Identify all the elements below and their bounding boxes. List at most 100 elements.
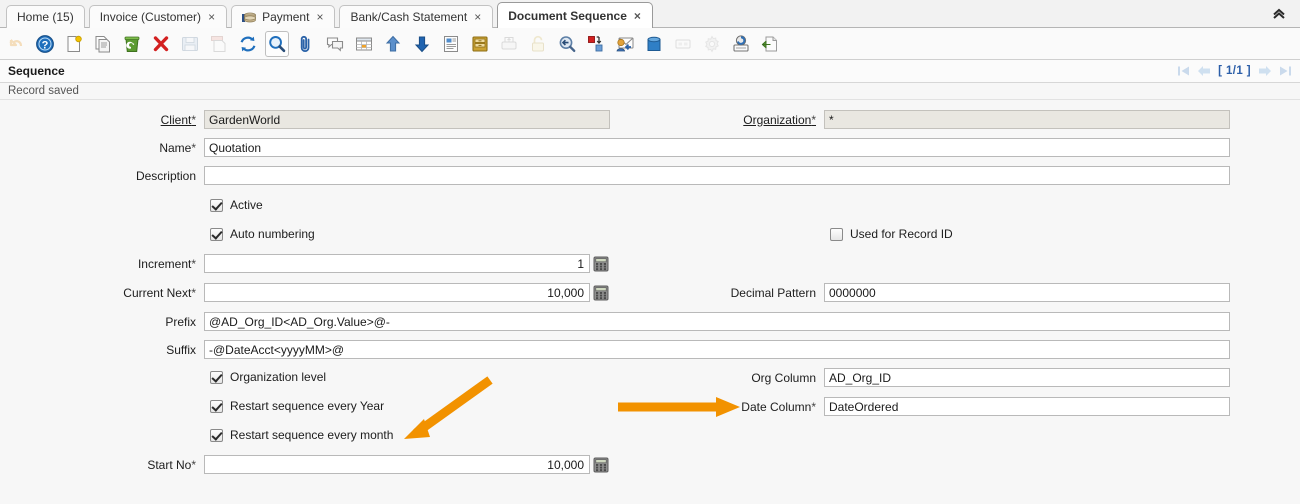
decimal-pattern-input[interactable]	[824, 283, 1230, 302]
payment-icon	[242, 11, 256, 24]
calculator-icon[interactable]	[592, 284, 609, 301]
name-label: Name*	[0, 141, 204, 155]
tab-payment[interactable]: Payment ×	[231, 5, 335, 28]
svg-text:?: ?	[42, 39, 49, 51]
toolbar: ?	[0, 28, 1300, 60]
product-info-icon[interactable]	[642, 31, 666, 57]
used-for-record-id-checkbox[interactable]	[830, 228, 843, 241]
chat-icon[interactable]	[323, 31, 347, 57]
auto-numbering-checkbox[interactable]	[210, 228, 223, 241]
client-label[interactable]: Client*	[0, 113, 204, 127]
parent-record-icon[interactable]	[381, 31, 405, 57]
date-column-label: Date Column*	[620, 400, 824, 414]
previous-record-icon[interactable]	[1197, 65, 1211, 77]
organization-level-checkbox[interactable]	[210, 371, 223, 384]
field-row-prefix: Prefix	[0, 312, 1240, 331]
status-message: Record saved	[8, 85, 79, 97]
start-no-label: Start No*	[0, 458, 204, 472]
refresh-icon[interactable]	[236, 31, 260, 57]
save-create-new-icon[interactable]	[207, 31, 231, 57]
restart-every-month-label[interactable]: Restart sequence every month	[223, 428, 393, 442]
field-row-start-no: Start No*	[0, 455, 609, 474]
csv-export-icon[interactable]	[671, 31, 695, 57]
request-icon[interactable]	[613, 31, 637, 57]
suffix-input[interactable]	[204, 340, 1230, 359]
prefix-label: Prefix	[0, 315, 204, 329]
tab-close-icon[interactable]: ×	[633, 10, 642, 22]
zoom-across-icon[interactable]	[555, 31, 579, 57]
report-icon[interactable]	[439, 31, 463, 57]
restart-every-year-label[interactable]: Restart sequence every Year	[223, 399, 384, 413]
org-column-input[interactable]	[824, 368, 1230, 387]
current-next-input[interactable]	[204, 283, 590, 302]
tab-label: Home (15)	[17, 10, 74, 24]
field-row-client: Client*	[0, 110, 620, 129]
tab-document-sequence[interactable]: Document Sequence ×	[497, 2, 653, 28]
active-label[interactable]: Active	[223, 198, 263, 212]
auto-numbering-label[interactable]: Auto numbering	[223, 227, 315, 241]
undo-icon[interactable]	[4, 31, 28, 57]
print-icon[interactable]	[497, 31, 521, 57]
grid-toggle-icon[interactable]	[352, 31, 376, 57]
restart-every-month-checkbox[interactable]	[210, 429, 223, 442]
tab-bank-cash-statement[interactable]: Bank/Cash Statement ×	[339, 5, 493, 28]
client-input[interactable]	[204, 110, 610, 129]
restart-every-year-checkbox[interactable]	[210, 400, 223, 413]
delete-selection-icon[interactable]	[149, 31, 173, 57]
copy-record-icon[interactable]	[91, 31, 115, 57]
tab-close-icon[interactable]: ×	[473, 11, 482, 23]
field-row-used-for-record-id: Used for Record ID	[830, 227, 953, 241]
export-records-icon[interactable]	[729, 31, 753, 57]
tab-close-icon[interactable]: ×	[315, 11, 324, 23]
active-checkbox[interactable]	[210, 199, 223, 212]
archive-icon[interactable]	[468, 31, 492, 57]
calculator-icon[interactable]	[592, 255, 609, 272]
tab-close-icon[interactable]: ×	[207, 11, 216, 23]
lock-icon[interactable]	[526, 31, 550, 57]
find-icon[interactable]	[265, 31, 289, 57]
attachment-icon[interactable]	[294, 31, 318, 57]
field-row-decimal-pattern: Decimal Pattern	[620, 283, 1230, 302]
prefix-input[interactable]	[204, 312, 1230, 331]
page-title: Sequence	[8, 64, 65, 78]
field-row-organization: Organization*	[620, 110, 1240, 129]
tab-label: Document Sequence	[508, 9, 627, 23]
tab-home[interactable]: Home (15)	[6, 5, 85, 28]
field-row-org-column: Org Column	[620, 368, 1230, 387]
field-row-current-next: Current Next*	[0, 283, 609, 302]
field-row-active: Active	[210, 198, 263, 212]
organization-level-label[interactable]: Organization level	[223, 370, 326, 384]
calculator-icon[interactable]	[592, 456, 609, 473]
organization-label[interactable]: Organization*	[620, 113, 824, 127]
current-next-label: Current Next*	[0, 286, 204, 300]
start-no-input[interactable]	[204, 455, 590, 474]
detail-record-icon[interactable]	[410, 31, 434, 57]
annotation-arrow-restart-month	[380, 375, 495, 448]
used-for-record-id-label[interactable]: Used for Record ID	[843, 227, 953, 241]
description-label: Description	[0, 169, 204, 183]
tab-bar: Home (15) Invoice (Customer) × Payment ×…	[0, 0, 1300, 28]
delete-recycle-icon[interactable]	[120, 31, 144, 57]
tab-invoice-customer[interactable]: Invoice (Customer) ×	[89, 5, 227, 28]
tab-label: Bank/Cash Statement	[350, 10, 467, 24]
collapse-panel-button[interactable]	[1264, 2, 1294, 26]
save-icon[interactable]	[178, 31, 202, 57]
exit-icon[interactable]	[758, 31, 782, 57]
first-record-icon[interactable]	[1177, 65, 1190, 77]
section-header: Sequence [ 1/1 ]	[0, 60, 1300, 83]
record-position: [ 1/1 ]	[1218, 65, 1251, 77]
description-input[interactable]	[204, 166, 1230, 185]
chevron-double-up-icon	[1271, 7, 1287, 21]
active-workflow-icon[interactable]	[584, 31, 608, 57]
new-record-icon[interactable]	[62, 31, 86, 57]
preference-gear-icon[interactable]	[700, 31, 724, 57]
tab-label: Invoice (Customer)	[100, 10, 201, 24]
increment-input[interactable]	[204, 254, 590, 273]
last-record-icon[interactable]	[1279, 65, 1292, 77]
help-icon[interactable]: ?	[33, 31, 57, 57]
next-record-icon[interactable]	[1258, 65, 1272, 77]
organization-input[interactable]	[824, 110, 1230, 129]
field-row-date-column: Date Column*	[620, 397, 1230, 416]
name-input[interactable]	[204, 138, 1230, 157]
date-column-input[interactable]	[824, 397, 1230, 416]
